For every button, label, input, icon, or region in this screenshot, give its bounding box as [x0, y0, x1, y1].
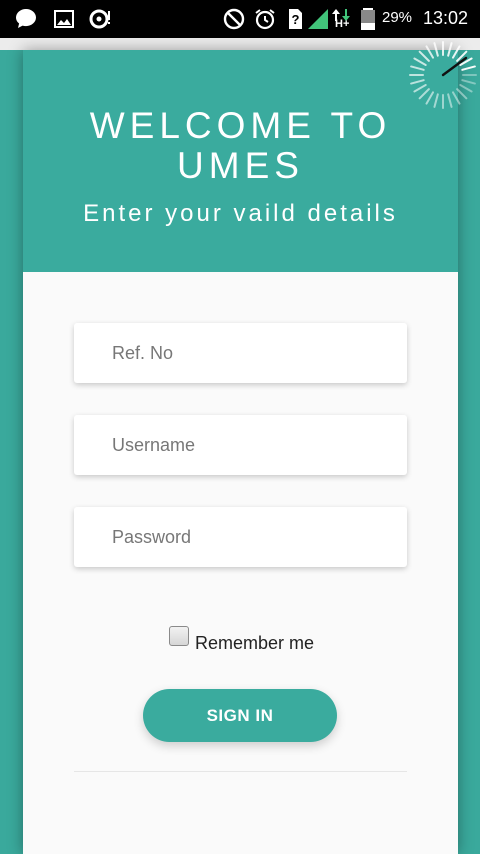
- alarm-icon: [255, 9, 275, 30]
- signal-icon: [308, 9, 328, 29]
- ref-no-input[interactable]: [74, 323, 407, 383]
- remember-me-checkbox[interactable]: [169, 626, 189, 646]
- username-input[interactable]: [74, 415, 407, 475]
- remember-me-label[interactable]: Remember me: [195, 633, 314, 654]
- do-not-disturb-icon: [223, 8, 245, 30]
- page-title: WELCOME TO UMES: [89, 105, 392, 186]
- image-icon: [54, 10, 74, 28]
- divider: [74, 771, 407, 772]
- chat-icon: [16, 9, 36, 28]
- loading-spinner-icon: [409, 41, 477, 109]
- remember-me-row[interactable]: Remember me: [169, 626, 314, 654]
- password-input[interactable]: [74, 507, 407, 567]
- svg-text:?: ?: [292, 12, 300, 27]
- clock: 13:02: [422, 8, 468, 28]
- status-bar: ? H+ 29% 13:02: [0, 0, 480, 38]
- battery-icon: [361, 8, 375, 30]
- card-header: WELCOME TO UMES Enter your vaild details: [23, 50, 458, 272]
- sim-icon: ?: [289, 9, 302, 29]
- network-type: H+: [335, 18, 350, 30]
- sign-in-button[interactable]: SIGN IN: [143, 689, 337, 742]
- login-card: WELCOME TO UMES Enter your vaild details …: [23, 50, 458, 854]
- page-subtitle: Enter your vaild details: [83, 200, 398, 227]
- sync-icon: [89, 9, 110, 29]
- battery-percentage: 29%: [382, 9, 413, 26]
